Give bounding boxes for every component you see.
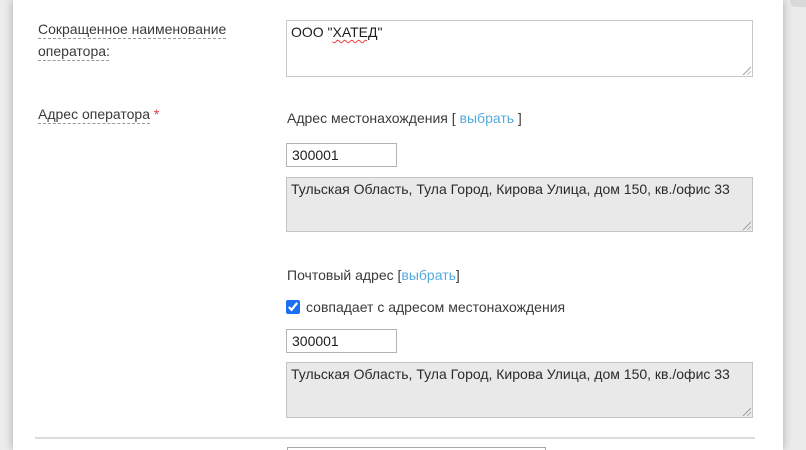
postal-address-textarea[interactable]: Тульская Область, Тула Город, Кирова Ули… — [286, 362, 753, 418]
short-name-label: Сокращенное наименование оператора: — [38, 18, 273, 62]
location-address-title: Адрес местонахождения — [287, 110, 448, 126]
postal-address-title: Почтовый адрес — [287, 267, 394, 283]
postal-postal-code-input[interactable] — [286, 329, 397, 353]
section-divider — [35, 437, 755, 439]
same-address-checkbox-label: совпадает с адресом местонахождения — [306, 299, 565, 315]
location-address-heading: Адрес местонахождения [ выбрать ] — [287, 110, 522, 126]
same-address-checkbox[interactable] — [286, 300, 300, 314]
same-address-row: совпадает с адресом местонахождения — [286, 299, 565, 315]
postal-select-link[interactable]: выбрать — [401, 267, 456, 283]
short-name-value-prefix: ООО " — [291, 24, 333, 40]
scrollbar-thumb[interactable] — [790, 0, 806, 7]
postal-address-value: Тульская Область, Тула Город, Кирова Ули… — [291, 366, 730, 382]
location-address-textarea[interactable]: Тульская Область, Тула Город, Кирова Ули… — [286, 177, 753, 232]
location-bracket-open: [ — [452, 110, 460, 126]
location-select-link[interactable]: выбрать — [460, 110, 515, 126]
location-postal-code-input[interactable] — [286, 143, 397, 167]
location-bracket-close: ] — [514, 110, 522, 126]
short-name-value-misspelled: ХАТЕД — [333, 24, 378, 40]
postal-bracket-close: ] — [456, 267, 460, 283]
short-name-textarea[interactable]: ООО "ХАТЕД" — [286, 20, 753, 77]
location-address-value: Тульская Область, Тула Город, Кирова Ули… — [291, 181, 730, 197]
form-panel: Сокращенное наименование оператора: ООО … — [13, 0, 783, 450]
operator-address-label-text: Адрес оператора — [38, 106, 150, 122]
resize-grip-icon[interactable] — [741, 65, 751, 75]
postal-address-heading: Почтовый адрес [выбрать] — [287, 267, 460, 283]
resize-grip-icon[interactable] — [741, 220, 751, 230]
required-asterisk: * — [154, 106, 159, 122]
short-name-label-text: Сокращенное наименование оператора: — [38, 21, 226, 59]
operator-address-label: Адрес оператора * — [38, 103, 273, 125]
resize-grip-icon[interactable] — [741, 406, 751, 416]
short-name-value-suffix: " — [377, 24, 382, 40]
